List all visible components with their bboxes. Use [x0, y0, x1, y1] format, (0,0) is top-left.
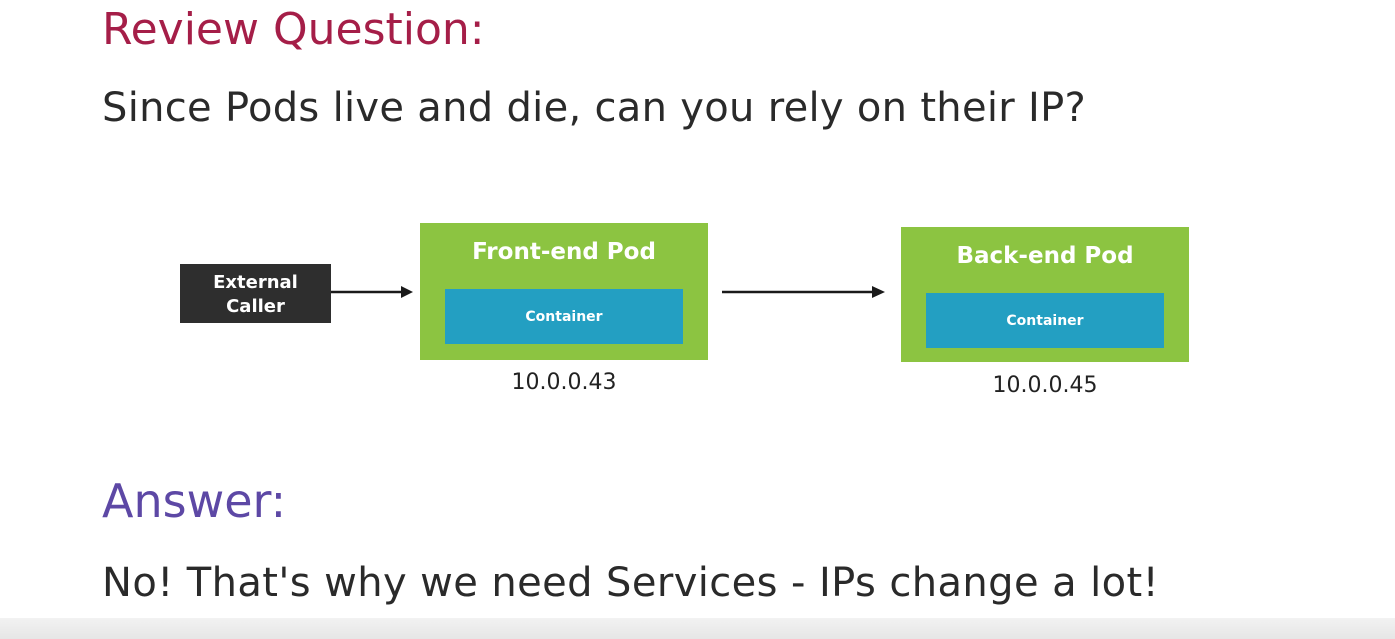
external-caller-label-line1: External	[213, 271, 298, 293]
question-text: Since Pods live and die, can you rely on…	[102, 85, 1087, 131]
external-caller-label-line2: Caller	[226, 295, 285, 317]
review-question-heading: Review Question:	[102, 4, 485, 55]
external-caller-box: External Caller	[180, 264, 331, 323]
back-end-container-label: Container	[1006, 312, 1084, 329]
caller-to-frontend-arrow	[331, 286, 413, 298]
front-end-pod: Front-end Pod Container	[420, 223, 708, 360]
front-end-container: Container	[445, 289, 683, 344]
back-end-pod-title: Back-end Pod	[956, 243, 1134, 269]
front-end-container-label: Container	[525, 308, 603, 325]
answer-text: No! That's why we need Services - IPs ch…	[102, 560, 1160, 606]
back-end-container: Container	[926, 293, 1164, 348]
frontend-to-backend-arrow	[722, 286, 885, 298]
bottom-bar	[0, 618, 1395, 639]
front-end-pod-title: Front-end Pod	[472, 239, 656, 265]
answer-heading: Answer:	[102, 474, 287, 528]
back-end-pod: Back-end Pod Container	[901, 227, 1189, 362]
slide: Review Question: Since Pods live and die…	[0, 0, 1395, 639]
back-end-pod-ip: 10.0.0.45	[992, 373, 1098, 398]
front-end-pod-ip: 10.0.0.43	[511, 370, 617, 395]
